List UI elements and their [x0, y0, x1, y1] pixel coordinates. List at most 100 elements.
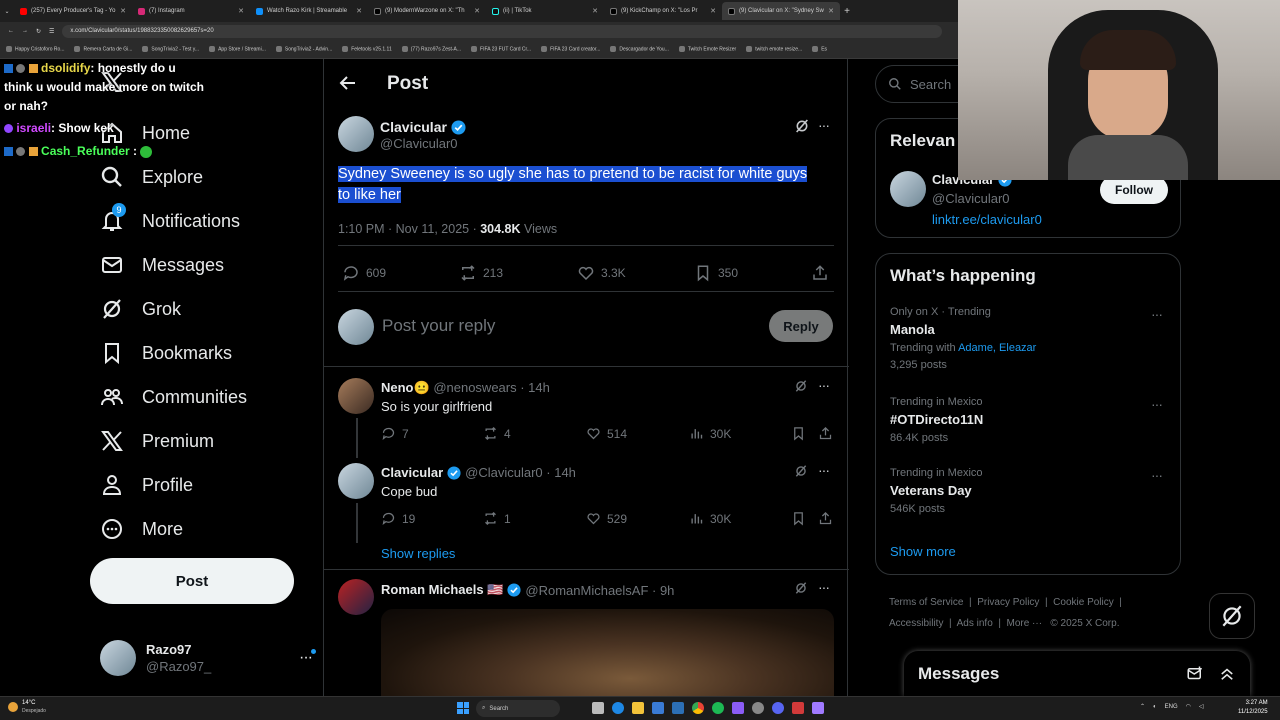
- messages-drawer[interactable]: Messages: [904, 651, 1250, 696]
- discord-icon[interactable]: [772, 702, 784, 714]
- mail-app-icon[interactable]: [672, 702, 684, 714]
- repost-action[interactable]: 4: [483, 426, 511, 441]
- like-action[interactable]: 529: [586, 511, 627, 526]
- trend-item[interactable]: Trending in Mexico Veterans Day 546K pos…: [890, 467, 1170, 515]
- like-action[interactable]: 514: [586, 426, 627, 441]
- views-action[interactable]: 30K: [689, 511, 731, 526]
- grok-icon[interactable]: [794, 581, 808, 595]
- bookmark-item[interactable]: SongTrivia2 - Test y...: [142, 46, 199, 52]
- browser-tab[interactable]: (7) Instagram ✕: [132, 2, 250, 20]
- post-timestamp[interactable]: 1:10 PM · Nov 11, 2025 ·: [338, 222, 480, 236]
- like-action[interactable]: 3.3K: [577, 264, 626, 282]
- bookmark-item[interactable]: FIFA 23 Card creator...: [541, 46, 600, 52]
- spotify-icon[interactable]: [712, 702, 724, 714]
- reply-author[interactable]: Clavicular: [381, 465, 443, 480]
- site-info-icon[interactable]: ☰: [49, 28, 54, 35]
- show-replies-link[interactable]: Show replies: [381, 546, 455, 561]
- wifi-icon[interactable]: ◠: [1186, 703, 1191, 710]
- views-action[interactable]: 30K: [689, 426, 731, 441]
- nav-premium[interactable]: Premium: [100, 426, 214, 456]
- more-options-icon[interactable]: ···: [1151, 467, 1163, 483]
- bookmark-action[interactable]: 350: [694, 264, 738, 282]
- windows-start-icon[interactable]: [457, 702, 469, 714]
- reply-handle[interactable]: @nenoswears · 14h: [433, 380, 550, 395]
- more-options-icon[interactable]: ···: [818, 579, 830, 595]
- close-icon[interactable]: ✕: [592, 7, 598, 15]
- back-icon[interactable]: ←: [8, 28, 14, 34]
- taskbar-search[interactable]: ⌕ Search: [476, 700, 560, 717]
- footer-link[interactable]: More ···: [1007, 618, 1043, 629]
- reply-avatar[interactable]: [338, 579, 374, 615]
- reply-action[interactable]: 19: [381, 511, 415, 526]
- reply-author[interactable]: Neno😐: [381, 380, 430, 395]
- author-name-row[interactable]: Clavicular: [380, 119, 466, 135]
- back-arrow-icon[interactable]: [338, 73, 360, 95]
- more-options-icon[interactable]: ···: [1151, 396, 1163, 412]
- bookmark-item[interactable]: Remera Carta de Gi...: [74, 46, 132, 52]
- trend-item[interactable]: Only on X · Trending Manola Trending wit…: [890, 306, 1170, 371]
- bookmark-item[interactable]: Happy Cristoforo Ro...: [6, 46, 64, 52]
- reply-avatar[interactable]: [338, 463, 374, 499]
- bookmark-item[interactable]: Twitch Emote Resizer: [679, 46, 736, 52]
- volume-icon[interactable]: ◁: [1199, 703, 1204, 710]
- new-tab-icon[interactable]: +: [840, 6, 854, 17]
- relevant-bio-link[interactable]: linktr.ee/clavicular0: [932, 212, 1042, 227]
- new-message-icon[interactable]: [1186, 665, 1204, 683]
- close-icon[interactable]: ✕: [120, 7, 126, 15]
- app-icon[interactable]: [732, 702, 744, 714]
- grok-icon[interactable]: [794, 379, 808, 393]
- browser-tab[interactable]: Watch Razo Kirk | Streamable ✕: [250, 2, 368, 20]
- author-avatar[interactable]: [338, 116, 374, 152]
- show-more-link[interactable]: Show more: [890, 544, 956, 559]
- app-icon[interactable]: [812, 702, 824, 714]
- reply-media-image[interactable]: [381, 609, 834, 696]
- footer-link[interactable]: Privacy Policy: [977, 597, 1039, 608]
- footer-link[interactable]: Ads info: [957, 618, 993, 629]
- bookmark-item[interactable]: Feletools v25.1.11: [342, 46, 392, 52]
- app-icon[interactable]: [792, 702, 804, 714]
- browser-tab[interactable]: (9) ModernWarzone on X: "Th ✕: [368, 2, 486, 20]
- more-options-icon[interactable]: ···: [1151, 306, 1163, 322]
- reply-author[interactable]: Roman Michaels 🇺🇸: [381, 582, 503, 598]
- bookmark-item[interactable]: twitch emote resize...: [746, 46, 802, 52]
- repost-action[interactable]: 1: [483, 511, 511, 526]
- reply-action[interactable]: 7: [381, 426, 409, 441]
- bookmark-item[interactable]: App Store / Streami...: [209, 46, 266, 52]
- chrome-icon[interactable]: [692, 702, 704, 714]
- nav-profile[interactable]: Profile: [100, 470, 193, 500]
- more-icon[interactable]: ···: [299, 649, 316, 667]
- repost-action[interactable]: 213: [459, 264, 503, 282]
- forward-icon[interactable]: →: [22, 28, 28, 34]
- follow-button[interactable]: Follow: [1100, 176, 1168, 204]
- bookmark-item[interactable]: FIFA 23 FUT Card Cr...: [471, 46, 531, 52]
- trend-context-link[interactable]: Adame, Eleazar: [958, 342, 1036, 354]
- grok-icon[interactable]: [794, 118, 810, 134]
- nav-grok[interactable]: Grok: [100, 294, 181, 324]
- bookmark-item[interactable]: Descargador de You...: [610, 46, 668, 52]
- store-icon[interactable]: [652, 702, 664, 714]
- grok-floating-button[interactable]: [1209, 593, 1255, 639]
- bookmark-icon[interactable]: [791, 511, 806, 526]
- bookmark-item[interactable]: SongTrivia2 - Advin...: [276, 46, 332, 52]
- trend-item[interactable]: Trending in Mexico #OTDirecto11N 86.4K p…: [890, 396, 1170, 444]
- nav-more[interactable]: More: [100, 514, 183, 544]
- relevant-handle[interactable]: @Clavicular0: [932, 191, 1010, 206]
- avatar[interactable]: [890, 171, 926, 207]
- browser-tab-active[interactable]: (9) Clavicular on X: "Sydney Sw ✕: [722, 2, 840, 20]
- share-icon[interactable]: [818, 511, 833, 526]
- bookmark-item[interactable]: (77) Razo97s Zest-A...: [402, 46, 461, 52]
- close-icon[interactable]: ✕: [238, 7, 244, 15]
- browser-tab[interactable]: (9) KickChamp on X: "Los Pr ✕: [604, 2, 722, 20]
- reload-icon[interactable]: ↻: [36, 28, 41, 35]
- close-icon[interactable]: ✕: [710, 7, 716, 15]
- account-switcher[interactable]: Razo97 @Razo97_ ···: [100, 640, 316, 676]
- share-icon[interactable]: [811, 264, 829, 282]
- nav-messages[interactable]: Messages: [100, 250, 224, 280]
- tray-icon[interactable]: ◐: [1153, 704, 1157, 710]
- nav-communities[interactable]: Communities: [100, 382, 247, 412]
- reply-composer-input[interactable]: Post your reply: [382, 316, 495, 336]
- task-view-icon[interactable]: [592, 702, 604, 714]
- clock[interactable]: 3:27 AM 11/12/2025: [1238, 699, 1268, 717]
- reply-button[interactable]: Reply: [769, 310, 833, 342]
- share-icon[interactable]: [818, 426, 833, 441]
